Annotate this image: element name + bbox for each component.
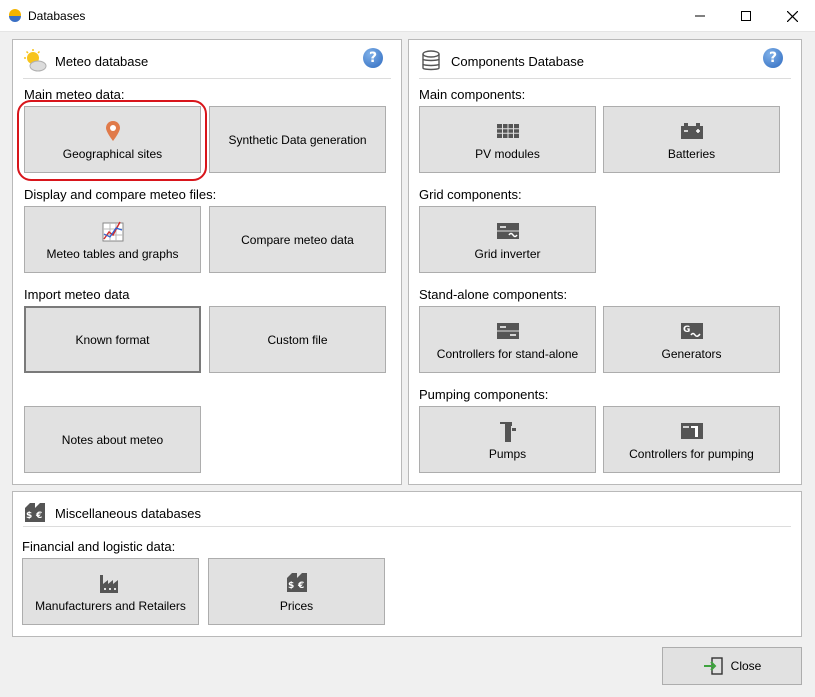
divider bbox=[419, 78, 791, 79]
meteo-tables-button[interactable]: Meteo tables and graphs bbox=[24, 206, 201, 273]
pv-module-icon bbox=[496, 119, 519, 143]
manufacturers-button[interactable]: Manufacturers and Retailers bbox=[22, 558, 199, 625]
controllers-standalone-button[interactable]: Controllers for stand-alone bbox=[419, 306, 596, 373]
svg-text:$: $ bbox=[26, 511, 32, 521]
compare-meteo-button[interactable]: Compare meteo data bbox=[209, 206, 386, 273]
notes-meteo-label: Notes about meteo bbox=[61, 432, 164, 447]
generators-label: Generators bbox=[661, 346, 722, 361]
close-icon bbox=[786, 10, 798, 22]
svg-text:€: € bbox=[297, 581, 304, 591]
window-title: Databases bbox=[28, 9, 86, 23]
weather-icon bbox=[23, 49, 47, 73]
title-bar: Databases bbox=[0, 0, 815, 32]
pv-modules-label: PV modules bbox=[475, 146, 540, 161]
custom-file-label: Custom file bbox=[267, 332, 328, 347]
battery-icon bbox=[680, 119, 703, 143]
meteo-header: Meteo database bbox=[23, 48, 148, 74]
display-meteo-label: Display and compare meteo files: bbox=[24, 187, 217, 202]
pumps-button[interactable]: Pumps bbox=[419, 406, 596, 473]
table-chart-icon bbox=[102, 219, 124, 243]
exit-icon bbox=[703, 657, 723, 675]
pv-modules-button[interactable]: PV modules bbox=[419, 106, 596, 173]
misc-header: $ € Miscellaneous databases bbox=[23, 500, 201, 526]
manufacturers-label: Manufacturers and Retailers bbox=[35, 598, 186, 613]
custom-file-button[interactable]: Custom file bbox=[209, 306, 386, 373]
maximize-button[interactable] bbox=[723, 0, 769, 32]
app-icon bbox=[9, 9, 21, 22]
generator-icon: G bbox=[680, 319, 703, 343]
svg-text:$: $ bbox=[288, 581, 294, 591]
meteo-help-icon[interactable]: ? bbox=[363, 48, 383, 68]
generators-button[interactable]: G Generators bbox=[603, 306, 780, 373]
maximize-icon bbox=[741, 11, 751, 21]
prices-label: Prices bbox=[279, 598, 314, 613]
components-help-icon[interactable]: ? bbox=[763, 48, 783, 68]
inverter-icon bbox=[496, 219, 519, 243]
grid-inverter-label: Grid inverter bbox=[474, 246, 541, 261]
controllers-standalone-label: Controllers for stand-alone bbox=[436, 346, 579, 361]
highlight-ring bbox=[17, 100, 207, 181]
svg-text:G: G bbox=[683, 325, 690, 335]
meteo-tables-label: Meteo tables and graphs bbox=[46, 246, 179, 261]
grid-inverter-button[interactable]: Grid inverter bbox=[419, 206, 596, 273]
controller-icon bbox=[496, 319, 519, 343]
main-components-label: Main components: bbox=[419, 87, 526, 102]
components-title: Components Database bbox=[451, 53, 584, 69]
divider bbox=[23, 78, 391, 79]
pump-controller-icon bbox=[680, 419, 703, 443]
grid-components-label: Grid components: bbox=[419, 187, 522, 202]
compare-meteo-label: Compare meteo data bbox=[241, 232, 354, 247]
svg-text:€: € bbox=[35, 511, 42, 521]
divider bbox=[23, 526, 791, 527]
import-meteo-label: Import meteo data bbox=[24, 287, 130, 302]
financial-label: Financial and logistic data: bbox=[22, 539, 176, 554]
synthetic-data-button[interactable]: Synthetic Data generation bbox=[209, 106, 386, 173]
close-label: Close bbox=[730, 659, 762, 673]
notes-meteo-button[interactable]: Notes about meteo bbox=[24, 406, 201, 473]
price-tag-icon: $ € bbox=[286, 571, 308, 595]
components-panel: Components Database ? Main components: P… bbox=[408, 39, 802, 485]
standalone-components-label: Stand-alone components: bbox=[419, 287, 568, 302]
controllers-pumping-button[interactable]: Controllers for pumping bbox=[603, 406, 780, 473]
close-window-button[interactable] bbox=[769, 0, 815, 32]
misc-title: Miscellaneous databases bbox=[55, 505, 201, 521]
known-format-button[interactable]: Known format bbox=[24, 306, 201, 373]
meteo-panel: Meteo database ? Main meteo data: Geogra… bbox=[12, 39, 402, 485]
batteries-label: Batteries bbox=[667, 146, 716, 161]
minimize-button[interactable] bbox=[677, 0, 723, 32]
pumping-components-label: Pumping components: bbox=[419, 387, 549, 402]
pumps-label: Pumps bbox=[488, 446, 527, 461]
close-button[interactable]: Close bbox=[662, 647, 802, 685]
components-header: Components Database bbox=[419, 48, 584, 74]
controllers-pumping-label: Controllers for pumping bbox=[629, 446, 754, 461]
batteries-button[interactable]: Batteries bbox=[603, 106, 780, 173]
synthetic-data-label: Synthetic Data generation bbox=[228, 132, 367, 147]
meteo-title: Meteo database bbox=[55, 53, 149, 69]
misc-panel: $ € Miscellaneous databases Financial an… bbox=[12, 491, 802, 637]
money-tag-icon: $ € bbox=[23, 501, 47, 525]
prices-button[interactable]: $ € Prices bbox=[208, 558, 385, 625]
known-format-label: Known format bbox=[75, 332, 150, 347]
database-icon bbox=[419, 49, 443, 73]
factory-icon bbox=[99, 571, 123, 595]
minimize-icon bbox=[695, 15, 705, 17]
pump-icon bbox=[498, 419, 518, 443]
